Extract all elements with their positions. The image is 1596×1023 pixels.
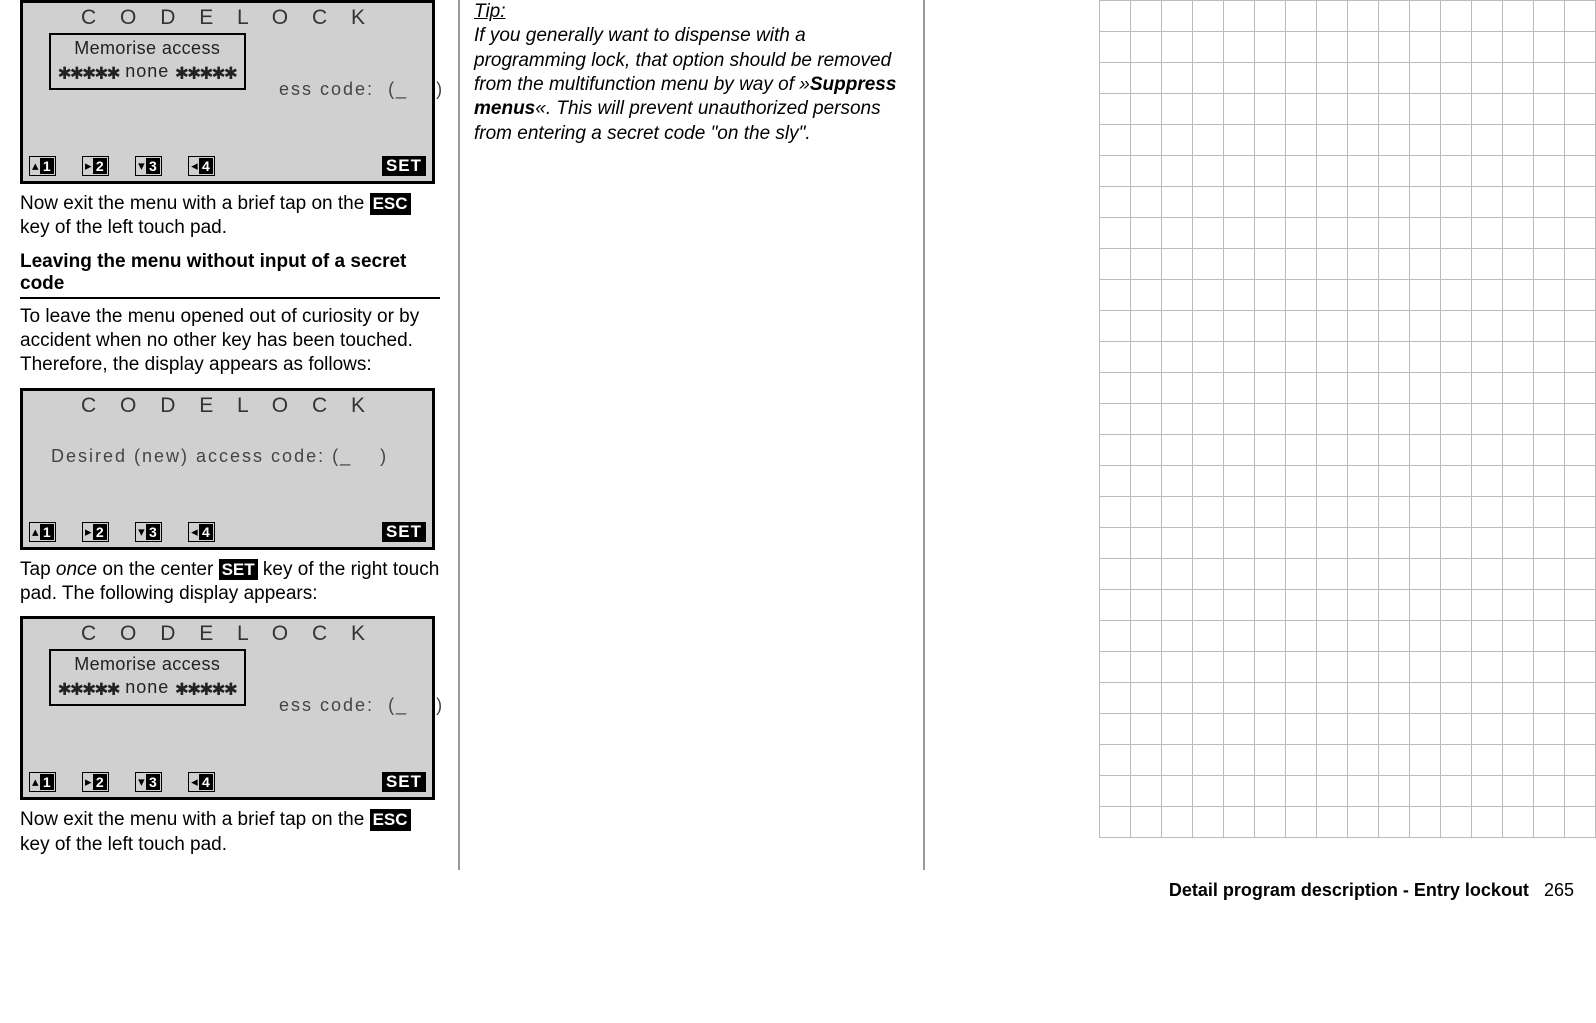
nav-num: 2 [93, 524, 107, 540]
page-number: 265 [1544, 880, 1574, 900]
lcd-title: C O D E L O C K [23, 391, 432, 424]
nav-num: 3 [146, 774, 160, 790]
nav-num: 4 [199, 774, 213, 790]
down-arrow-icon: ▾ [137, 158, 146, 174]
tip-text-b: «. This will prevent unauthorized person… [474, 98, 881, 143]
nav-key-1[interactable]: ▴1 [29, 522, 56, 542]
text-span: key of the left touch pad. [20, 834, 227, 855]
nav-num: 1 [40, 774, 54, 790]
lcd-title: C O D E L O C K [23, 3, 432, 36]
lcd-nav-row: ▴1 ▸2 ▾3 ◂4 SET [23, 767, 432, 797]
lcd-access-text: ess code: (_ ) [279, 695, 444, 715]
right-arrow-icon: ▸ [84, 158, 93, 174]
lcd-screen-memorise-top: C O D E L O C K ess code: (_ ) Memorise … [20, 0, 435, 184]
nav-num: 4 [199, 524, 213, 540]
paragraph-leaving: To leave the menu opened out of curiosit… [20, 305, 440, 378]
nav-key-1[interactable]: ▴1 [29, 156, 56, 176]
nav-key-2[interactable]: ▸2 [82, 772, 109, 792]
set-button[interactable]: SET [382, 156, 426, 176]
tip-label: Tip: [474, 1, 506, 22]
up-arrow-icon: ▴ [31, 774, 40, 790]
footer-title: Detail program description - Entry locko… [1169, 880, 1529, 900]
notes-grid [1099, 0, 1596, 838]
overlay-stars-left: ✱✱✱✱✱ [58, 676, 119, 701]
esc-key-inline: ESC [370, 809, 411, 831]
page-footer: Detail program description - Entry locko… [0, 870, 1596, 921]
overlay-line2: ✱✱✱✱✱ none ✱✱✱✱✱ [58, 60, 237, 85]
nav-key-4[interactable]: ◂4 [188, 522, 215, 542]
down-arrow-icon: ▾ [137, 524, 146, 540]
right-arrow-icon: ▸ [84, 774, 93, 790]
overlay-line1: Memorise access [58, 654, 237, 675]
paragraph-exit-esc-1: Now exit the menu with a brief tap on th… [20, 192, 440, 241]
overlay-stars-right: ✱✱✱✱✱ [175, 60, 236, 85]
overlay-stars-left: ✱✱✱✱✱ [58, 60, 119, 85]
nav-key-3[interactable]: ▾3 [135, 156, 162, 176]
left-arrow-icon: ◂ [190, 524, 199, 540]
set-button[interactable]: SET [382, 772, 426, 792]
overlay-line1: Memorise access [58, 38, 237, 59]
nav-key-1[interactable]: ▴1 [29, 772, 56, 792]
text-span: Tap [20, 559, 56, 580]
nav-key-3[interactable]: ▾3 [135, 772, 162, 792]
nav-num: 2 [93, 158, 107, 174]
overlay-none: none [119, 61, 175, 81]
text-span: on the center [97, 559, 218, 580]
text-span: key of the left touch pad. [20, 217, 227, 238]
paragraph-tap-set: Tap once on the center SET key of the ri… [20, 558, 440, 607]
set-key-inline: SET [219, 559, 258, 581]
text-span: Now exit the menu with a brief tap on th… [20, 809, 370, 830]
left-arrow-icon: ◂ [190, 774, 199, 790]
down-arrow-icon: ▾ [137, 774, 146, 790]
lcd-overlay-popup: Memorise access ✱✱✱✱✱ none ✱✱✱✱✱ [49, 649, 246, 706]
nav-key-3[interactable]: ▾3 [135, 522, 162, 542]
lcd-nav-row: ▴1 ▸2 ▾3 ◂4 SET [23, 517, 432, 547]
nav-num: 3 [146, 158, 160, 174]
left-arrow-icon: ◂ [190, 158, 199, 174]
lcd-screen-memorise-bottom: C O D E L O C K ess code: (_ ) Memorise … [20, 616, 435, 800]
nav-num: 3 [146, 524, 160, 540]
overlay-none: none [119, 677, 175, 697]
overlay-stars-right: ✱✱✱✱✱ [175, 676, 236, 701]
right-arrow-icon: ▸ [84, 524, 93, 540]
paragraph-exit-esc-2: Now exit the menu with a brief tap on th… [20, 808, 440, 857]
nav-key-4[interactable]: ◂4 [188, 772, 215, 792]
lcd-screen-desired: C O D E L O C K Desired (new) access cod… [20, 388, 435, 550]
up-arrow-icon: ▴ [31, 158, 40, 174]
lcd-overlay-popup: Memorise access ✱✱✱✱✱ none ✱✱✱✱✱ [49, 33, 246, 90]
nav-key-4[interactable]: ◂4 [188, 156, 215, 176]
nav-num: 2 [93, 774, 107, 790]
lcd-title: C O D E L O C K [23, 619, 432, 652]
nav-num: 1 [40, 158, 54, 174]
nav-num: 1 [40, 524, 54, 540]
lcd-nav-row: ▴1 ▸2 ▾3 ◂4 SET [23, 151, 432, 181]
tip-block: Tip: If you generally want to dispense w… [474, 0, 909, 146]
up-arrow-icon: ▴ [31, 524, 40, 540]
lcd-access-text: ess code: (_ ) [279, 79, 444, 99]
lcd-access-line-full: Desired (new) access code: (_ ) [23, 424, 432, 517]
set-button[interactable]: SET [382, 522, 426, 542]
text-italic-once: once [56, 559, 97, 580]
section-header-leaving: Leaving the menu without input of a secr… [20, 251, 440, 299]
nav-num: 4 [199, 158, 213, 174]
overlay-line2: ✱✱✱✱✱ none ✱✱✱✱✱ [58, 676, 237, 701]
esc-key-inline: ESC [370, 193, 411, 215]
text-span: Now exit the menu with a brief tap on th… [20, 193, 370, 214]
nav-key-2[interactable]: ▸2 [82, 522, 109, 542]
nav-key-2[interactable]: ▸2 [82, 156, 109, 176]
